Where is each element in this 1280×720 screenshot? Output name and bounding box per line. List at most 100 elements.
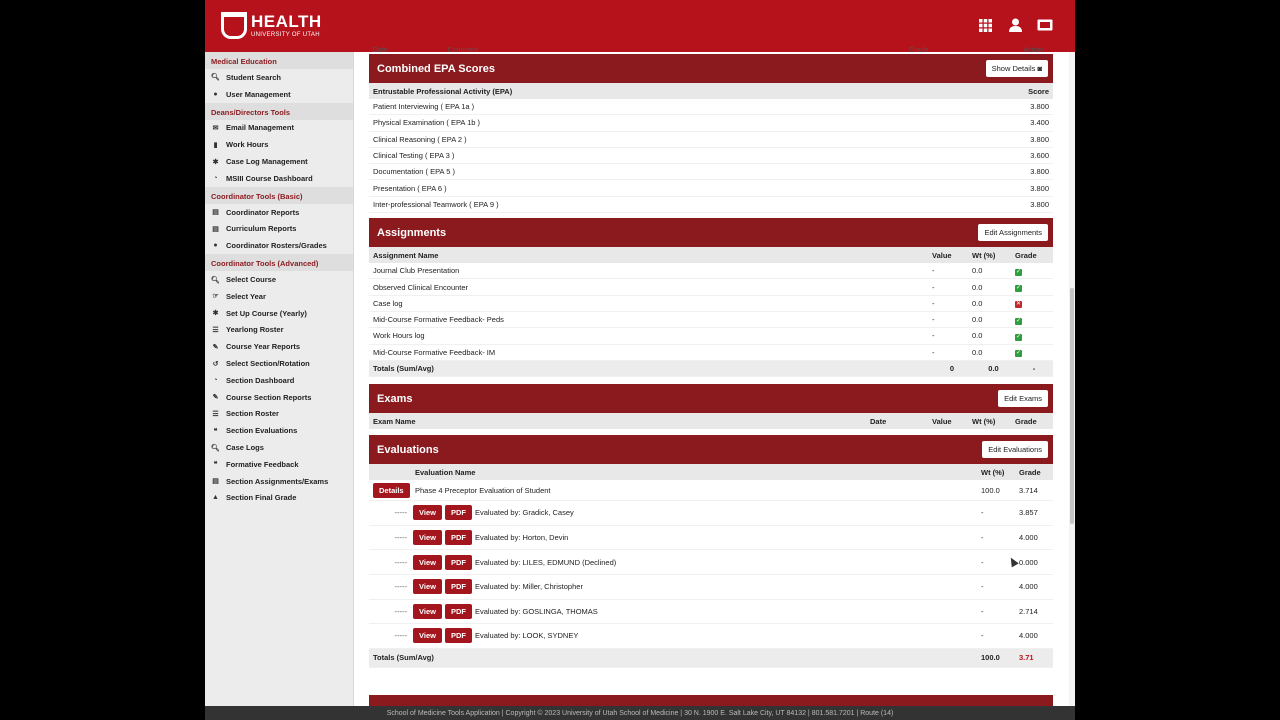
document-icon: ▤ (212, 209, 219, 217)
evaluation-sub-row: ----- View PDF Evaluated by: LOOK, SYDNE… (369, 624, 1053, 649)
pdf-button[interactable]: PDF (444, 628, 472, 644)
user-icon[interactable] (1007, 17, 1023, 33)
view-button[interactable]: View (413, 579, 442, 595)
edit-exams-button[interactable]: Edit Exams (998, 390, 1048, 408)
assignments-title: Assignments (377, 226, 447, 239)
assignment-row: Case log - 0.0 ✕ (369, 296, 1053, 312)
checkmark-icon[interactable]: ✓ (1015, 333, 1022, 341)
sidebar-item-user-management[interactable]: ● User Management (205, 86, 353, 103)
sidebar-item-email-management[interactable]: ✉ Email Management (205, 120, 353, 137)
sidebar-item-coordinator-rosters-grades[interactable]: ● Coordinator Rosters/Grades (205, 237, 353, 254)
ticket-icon[interactable] (1037, 17, 1053, 33)
edit-icon: ✎ (212, 343, 219, 351)
dashboard-icon: ◔ (213, 376, 218, 384)
sidebar-item-label: Yearlong Roster (226, 325, 284, 335)
sidebar-group-heading: Deans/Directors Tools (205, 102, 353, 120)
sidebar-item-section-dashboard[interactable]: ◔ Section Dashboard (205, 372, 353, 389)
assignment-name: Mid-Course Formative Feedback- Peds (373, 315, 504, 325)
sidebar-group-heading: Coordinator Tools (Advanced) (205, 254, 353, 272)
sidebar-item-label: Section Final Grade (226, 493, 297, 503)
indent-dash: ----- (394, 533, 408, 543)
assignment-row: Mid-Course Formative Feedback- Peds - 0.… (369, 312, 1053, 329)
checkmark-icon[interactable]: ✓ (1015, 268, 1022, 276)
checkmark-icon[interactable]: ✓ (1015, 317, 1022, 325)
evaluation-grade: 2.714 (1019, 606, 1038, 616)
scrollbar-thumb[interactable] (1070, 288, 1074, 524)
sidebar-item-course-year-reports[interactable]: ✎ Course Year Reports (205, 338, 353, 355)
evaluation-grade: 4.000 (1019, 631, 1038, 641)
evaluation-grade: 3.857 (1019, 508, 1038, 518)
epa-score: 3.600 (1030, 151, 1049, 161)
evaluations-header: Evaluations Edit Evaluations (369, 435, 1053, 465)
x-mark-icon[interactable]: ✕ (1015, 301, 1022, 309)
sidebar-item-label: User Management (226, 89, 291, 99)
show-details-button[interactable]: Show Details ◙ (985, 60, 1048, 77)
view-button[interactable]: View (413, 628, 442, 644)
view-button[interactable]: View (413, 530, 442, 546)
sidebar-item-label: Select Section/Rotation (226, 359, 310, 369)
epa-row: Inter-professional Teamwork ( EPA 9 ) 3.… (369, 197, 1053, 214)
evaluations-table-header: Evaluation Name Wt (%) Grade (369, 464, 1053, 481)
user-icon: ● (213, 90, 218, 98)
assignment-row: Observed Clinical Encounter - 0.0 ✓ (369, 279, 1053, 296)
view-button[interactable]: View (413, 505, 442, 521)
epa-header: Combined EPA Scores Show Details ◙ (369, 54, 1053, 83)
sidebar-item-label: Select Course (226, 275, 277, 285)
sidebar-item-coordinator-reports[interactable]: ▤ Coordinator Reports (205, 204, 353, 221)
checkmark-icon[interactable]: ✓ (1015, 350, 1022, 358)
evaluation-sub-row: ----- View PDF Evaluated by: Gradick, Ca… (369, 501, 1053, 526)
assignments-table-header: Assignment Name Value Wt (%) Grade (369, 247, 1053, 264)
details-button[interactable]: Details (373, 482, 410, 498)
sidebar-item-select-section-rotation[interactable]: ↺ Select Section/Rotation (205, 355, 353, 372)
hand-icon: ☞ (212, 293, 219, 301)
edit-assignments-button[interactable]: Edit Assignments (978, 224, 1048, 242)
epa-score: 3.800 (1030, 134, 1049, 144)
pdf-button[interactable]: PDF (444, 505, 472, 521)
sidebar-item-section-assignments-exams[interactable]: ▤ Section Assignments/Exams (205, 473, 353, 490)
brand-sub: UNIVERSITY OF UTAH (251, 32, 320, 38)
scrollbar[interactable] (1069, 52, 1075, 706)
sidebar-item-label: Case Log Management (226, 157, 308, 167)
sidebar-item-curriculum-reports[interactable]: ▤ Curriculum Reports (205, 221, 353, 238)
view-button[interactable]: View (413, 554, 442, 570)
assignment-weight: 0.0 (972, 331, 983, 341)
epa-score: 3.400 (1030, 118, 1049, 128)
evaluator-name: Evaluated by: LILES, EDMUND (Declined) (474, 557, 617, 567)
sidebar-item-section-roster[interactable]: ☰ Section Roster (205, 406, 353, 423)
sidebar-item-select-course[interactable]: 🔍︎ Select Course (205, 271, 353, 288)
edit-evaluations-button[interactable]: Edit Evaluations (982, 441, 1048, 459)
sidebar-item-set-up-course-yearly[interactable]: ✱ Set Up Course (Yearly) (205, 305, 353, 322)
evaluation-main-row: Details Phase 4 Preceptor Evaluation of … (369, 480, 1053, 502)
assignment-weight: 0.0 (972, 282, 983, 292)
university-logo[interactable]: HEALTH UNIVERSITY OF UTAH (221, 12, 322, 39)
assignment-weight: 0.0 (972, 347, 983, 357)
sidebar-item-yearlong-roster[interactable]: ☰ Yearlong Roster (205, 322, 353, 339)
checkmark-icon[interactable]: ✓ (1015, 285, 1022, 293)
list-icon: ☰ (212, 326, 219, 334)
indent-dash: ----- (394, 582, 408, 592)
grid-icon[interactable] (977, 17, 993, 33)
sidebar-item-case-log-management[interactable]: ✱ Case Log Management (205, 153, 353, 170)
sidebar-item-label: Coordinator Reports (226, 207, 300, 217)
sidebar-item-msiii-course-dashboard[interactable]: ◔ MSIII Course Dashboard (205, 170, 353, 187)
assignment-value: - (932, 347, 935, 357)
indent-dash: ----- (394, 631, 408, 641)
sidebar-item-formative-feedback[interactable]: ❝ Formative Feedback (205, 456, 353, 473)
pdf-button[interactable]: PDF (444, 554, 472, 570)
evaluator-name: Evaluated by: Horton, Devin (474, 533, 569, 543)
pdf-button[interactable]: PDF (444, 579, 472, 595)
search-icon: 🔍︎ (211, 74, 220, 82)
pdf-button[interactable]: PDF (444, 530, 472, 546)
sidebar-item-work-hours[interactable]: ▮ Work Hours (205, 136, 353, 153)
evaluation-weight: - (981, 606, 984, 616)
sidebar-item-section-evaluations[interactable]: ❝ Section Evaluations (205, 422, 353, 439)
sidebar-item-case-logs[interactable]: 🔍︎ Case Logs (205, 439, 353, 456)
sidebar-item-student-search[interactable]: 🔍︎ Student Search (205, 69, 353, 86)
sidebar-item-label: MSIII Course Dashboard (226, 173, 313, 183)
sidebar-item-course-section-reports[interactable]: ✎ Course Section Reports (205, 389, 353, 406)
sidebar-item-select-year[interactable]: ☞ Select Year (205, 288, 353, 305)
next-section-header (369, 695, 1053, 706)
view-button[interactable]: View (413, 603, 442, 619)
sidebar-item-section-final-grade[interactable]: ▲ Section Final Grade (205, 490, 353, 507)
pdf-button[interactable]: PDF (444, 603, 472, 619)
